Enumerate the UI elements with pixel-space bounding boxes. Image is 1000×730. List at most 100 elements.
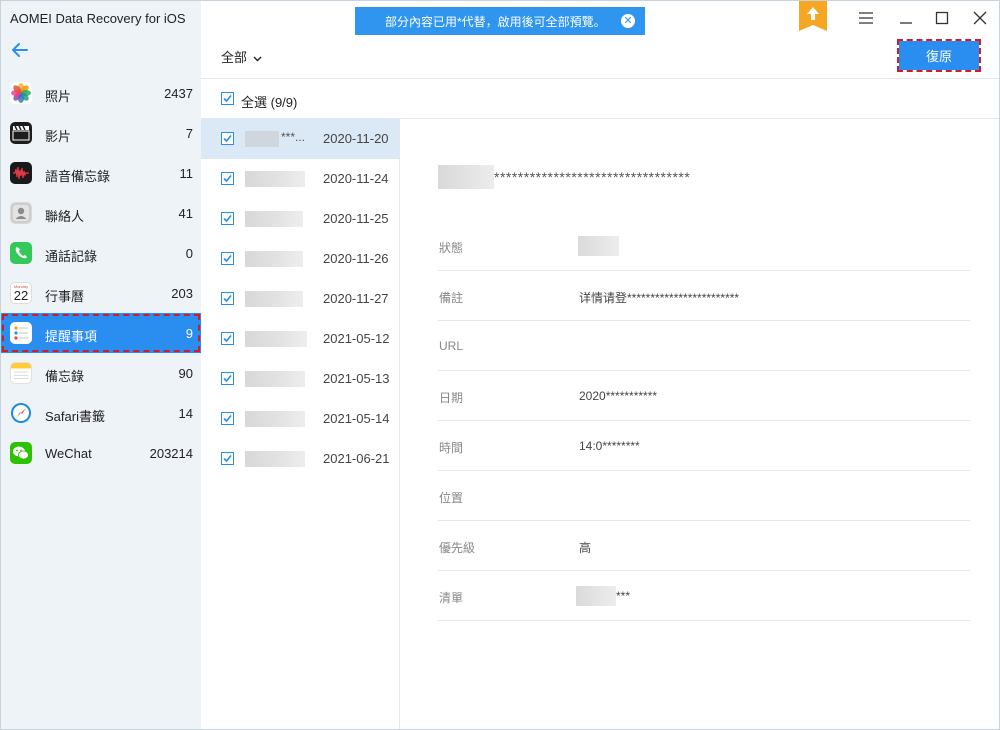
voice-memo-icon: [10, 162, 32, 184]
select-all-row: 全選 (9/9): [201, 79, 999, 119]
reminder-list: ***... 2020-11-20 2020-11-24 2020-11-25 …: [201, 119, 400, 729]
back-arrow-icon[interactable]: [11, 42, 29, 58]
redacted-text: [245, 451, 305, 467]
redacted-value: [578, 236, 619, 256]
list-item[interactable]: 2020-11-26: [201, 239, 399, 279]
sidebar-item-label: 語音備忘錄: [45, 169, 111, 184]
list-item[interactable]: 2021-05-13: [201, 359, 399, 399]
item-checkbox[interactable]: [221, 332, 234, 345]
field-label: 狀態: [439, 241, 464, 255]
item-checkbox[interactable]: [221, 452, 234, 465]
redacted-text: [245, 291, 303, 307]
sidebar-item-photos[interactable]: 照片 2437: [1, 73, 201, 113]
restore-button[interactable]: 復原: [897, 39, 981, 72]
sidebar-item-count: 2437: [164, 86, 193, 101]
item-checkbox[interactable]: [221, 412, 234, 425]
field-label: 日期: [439, 391, 464, 405]
sidebar-item-count: 41: [178, 206, 193, 221]
field-status: 狀態: [438, 221, 970, 271]
app-window: AOMEI Data Recovery for iOS 照片 2437 影片 7…: [0, 0, 1000, 730]
sidebar-item-reminders[interactable]: 提醒事項 9: [1, 313, 201, 353]
sidebar-item-contacts[interactable]: 聯絡人 41: [1, 193, 201, 233]
sidebar-item-count: 0: [185, 246, 193, 261]
redacted-text: [245, 131, 279, 147]
item-checkbox[interactable]: [221, 212, 234, 225]
list-item[interactable]: 2021-05-12: [201, 319, 399, 359]
list-item[interactable]: 2021-05-14: [201, 399, 399, 439]
redacted-value: [576, 586, 616, 606]
redacted-text: [245, 371, 305, 387]
sidebar-item-call-history[interactable]: 通話記錄 0: [1, 233, 201, 273]
item-date: 2020-11-20: [323, 131, 389, 146]
sidebar-item-count: 9: [185, 326, 193, 341]
sidebar-item-count: 14: [178, 406, 193, 421]
sidebar-item-count: 11: [179, 166, 194, 181]
upgrade-icon[interactable]: [799, 1, 827, 31]
redacted-text: [245, 211, 303, 227]
sidebar-item-label: 照片: [45, 89, 72, 104]
item-date: 2020-11-24: [323, 171, 389, 186]
detail-pane: ********************************* 狀態 備註 …: [401, 119, 999, 729]
sidebar-item-wechat[interactable]: WeChat 203214: [1, 433, 201, 473]
field-url: URL: [438, 321, 970, 371]
sidebar-item-videos[interactable]: 影片 7: [1, 113, 201, 153]
safari-icon: [10, 402, 32, 424]
list-item[interactable]: 2020-11-27: [201, 279, 399, 319]
sidebar-item-label: WeChat: [45, 446, 92, 461]
wechat-icon: [10, 442, 32, 464]
item-date: 2020-11-26: [323, 251, 389, 266]
item-checkbox[interactable]: [221, 372, 234, 385]
field-value: 详情请登************************: [579, 291, 740, 305]
item-date: 2021-05-13: [323, 371, 390, 386]
list-item[interactable]: 2020-11-25: [201, 199, 399, 239]
list-item[interactable]: ***... 2020-11-20: [201, 119, 399, 159]
checkmark-icon: [223, 174, 232, 183]
item-checkbox[interactable]: [221, 292, 234, 305]
select-all-checkbox[interactable]: [221, 92, 234, 105]
menu-icon[interactable]: [857, 9, 875, 27]
sidebar-item-label: 備忘錄: [45, 369, 85, 384]
toolbar: 部分內容已用*代替，啟用後可全部預覽。 ✕ 全部 復原: [201, 1, 999, 79]
minimize-icon[interactable]: [897, 9, 915, 27]
close-window-icon[interactable]: [971, 9, 989, 27]
app-title: AOMEI Data Recovery for iOS: [10, 11, 186, 26]
redacted-text: [245, 411, 305, 427]
field-location: 位置: [438, 471, 970, 521]
close-icon[interactable]: ✕: [621, 14, 635, 28]
notes-icon: [10, 362, 32, 384]
checkmark-icon: [223, 454, 232, 463]
sidebar-item-label: 影片: [45, 129, 72, 144]
checkmark-icon: [223, 414, 232, 423]
field-label: 備註: [439, 291, 464, 305]
sidebar-item-label: 聯絡人: [45, 209, 85, 224]
reminders-icon: [10, 322, 32, 344]
field-label: 優先級: [439, 541, 476, 555]
item-checkbox[interactable]: [221, 172, 234, 185]
sidebar-item-voice-memos[interactable]: 語音備忘錄 11: [1, 153, 201, 193]
checkmark-icon: [223, 134, 232, 143]
field-notes: 備註 详情请登************************: [438, 271, 970, 321]
field-value: ***: [616, 589, 631, 603]
item-checkbox[interactable]: [221, 252, 234, 265]
field-date: 日期 2020***********: [438, 371, 970, 421]
sidebar-item-notes[interactable]: 備忘錄 90: [1, 353, 201, 393]
list-item[interactable]: 2021-06-21: [201, 439, 399, 479]
sidebar-item-calendar[interactable]: Monday 22 行事曆 203: [1, 273, 201, 313]
sidebar-item-count: 203214: [149, 446, 193, 461]
redacted-text: [245, 171, 305, 187]
sidebar-item-count: 90: [178, 366, 193, 381]
list-item[interactable]: 2020-11-24: [201, 159, 399, 199]
sidebar-item-label: 提醒事項: [45, 329, 98, 344]
item-checkbox[interactable]: [221, 132, 234, 145]
sidebar-item-safari-bookmarks[interactable]: Safari書籤 14: [1, 393, 201, 433]
calendar-icon: Monday 22: [10, 282, 32, 304]
select-all-label: 全選 (9/9): [241, 95, 298, 110]
preview-notice-banner: 部分內容已用*代替，啟用後可全部預覽。 ✕: [355, 7, 645, 35]
chevron-down-icon: [253, 56, 262, 62]
item-date: 2021-05-14: [323, 411, 390, 426]
filter-dropdown[interactable]: 全部: [221, 47, 262, 66]
maximize-icon[interactable]: [933, 9, 951, 27]
field-value: 14:0********: [579, 439, 640, 453]
redacted-title: [438, 165, 494, 189]
field-label: 時間: [439, 441, 464, 455]
